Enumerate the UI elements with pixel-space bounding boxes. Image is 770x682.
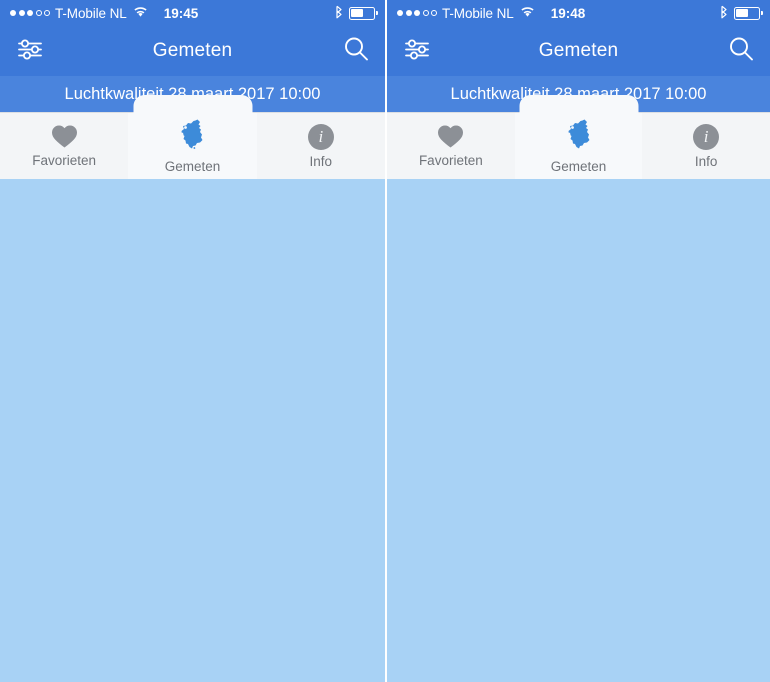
tab-favorieten[interactable]: Favorieten — [0, 113, 128, 179]
phone-panel-right: T-Mobile NL 19:48 Gemeten Luchtkwaliteit… — [385, 0, 770, 682]
clock-label: 19:45 — [163, 5, 199, 21]
tab-gemeten[interactable]: Gemeten — [128, 95, 257, 179]
bluetooth-icon — [334, 5, 343, 22]
signal-strength-icon — [397, 10, 437, 16]
bluetooth-icon — [719, 5, 728, 22]
navigation-bar: Gemeten — [0, 26, 385, 76]
tab-label-favorieten: Favorieten — [32, 153, 97, 168]
tab-favorieten[interactable]: Favorieten — [387, 113, 515, 179]
tab-bar: Favorieten Gemeten i Info — [387, 95, 770, 179]
dual-phone-screenshot: T-Mobile NL 19:45 Gemeten Luchtkwaliteit… — [0, 0, 770, 682]
tab-bar: Favorieten Gemeten i Info — [0, 95, 385, 179]
clock-label: 19:48 — [550, 5, 586, 21]
tab-label-info: Info — [309, 153, 333, 169]
filter-sliders-icon[interactable] — [403, 37, 431, 66]
tab-label-favorieten: Favorieten — [418, 153, 483, 168]
page-title: Gemeten — [538, 40, 619, 61]
tab-label-gemeten: Gemeten — [164, 159, 221, 174]
battery-icon — [349, 6, 378, 20]
heart-icon — [437, 124, 464, 149]
wifi-icon — [520, 6, 535, 21]
status-bar: T-Mobile NL 19:48 — [387, 0, 770, 26]
search-icon[interactable] — [343, 36, 369, 67]
info-circle-icon: i — [693, 123, 720, 150]
page-title: Gemeten — [152, 40, 233, 61]
search-icon[interactable] — [728, 36, 754, 67]
tab-label-info: Info — [694, 153, 718, 169]
tab-label-gemeten: Gemeten — [550, 159, 607, 174]
tab-gemeten[interactable]: Gemeten — [514, 95, 643, 179]
tab-info[interactable]: i Info — [257, 113, 385, 179]
carrier-label: T-Mobile NL — [55, 5, 127, 21]
status-bar: T-Mobile NL 19:45 — [0, 0, 385, 26]
wifi-icon — [133, 6, 148, 21]
phone-panel-left: T-Mobile NL 19:45 Gemeten Luchtkwaliteit… — [0, 0, 385, 682]
navigation-bar: Gemeten — [387, 26, 770, 76]
signal-strength-icon — [10, 10, 50, 16]
netherlands-map-icon — [562, 118, 596, 155]
heart-icon — [51, 124, 78, 149]
battery-icon — [734, 6, 763, 20]
filter-sliders-icon[interactable] — [16, 37, 44, 66]
carrier-label: T-Mobile NL — [442, 5, 514, 21]
info-circle-icon: i — [307, 123, 334, 150]
tab-info[interactable]: i Info — [642, 113, 770, 179]
netherlands-map-icon — [175, 118, 209, 155]
